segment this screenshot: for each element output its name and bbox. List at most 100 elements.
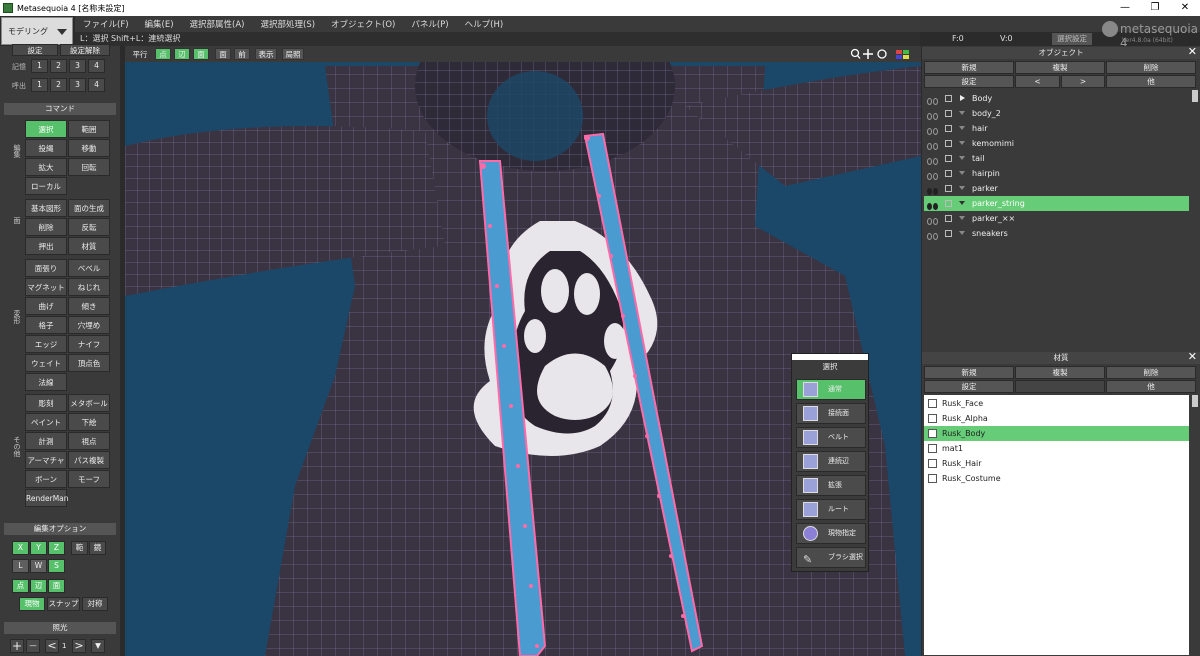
cmd-tilt[interactable]: 傾き — [68, 297, 110, 315]
cmd-delete[interactable]: 削除 — [25, 218, 67, 236]
cmd-lasso[interactable]: 投縄 — [25, 139, 67, 157]
object-row-kemomimi[interactable]: kemomimi — [924, 136, 1189, 151]
menu-help[interactable]: ヘルプ(H) — [457, 18, 512, 30]
visibility-icon[interactable] — [927, 185, 939, 195]
cmd-face-fill[interactable]: 面張り — [25, 259, 67, 277]
menu-file[interactable]: ファイル(F) — [75, 18, 137, 30]
cmd-path-copy[interactable]: パス複製 — [68, 451, 110, 469]
selset-reset-button[interactable]: 設定解除 — [60, 44, 110, 56]
close-icon[interactable]: ✕ — [1188, 46, 1197, 58]
menu-edit[interactable]: 編集(E) — [137, 18, 182, 30]
object-other-button[interactable]: 他 — [1106, 75, 1196, 88]
light-remove-button[interactable]: — — [26, 639, 40, 653]
cmd-range[interactable]: 範囲 — [68, 120, 110, 138]
object-new-button[interactable]: 新規 — [924, 61, 1014, 74]
cmd-renderman[interactable]: RenderMan — [25, 489, 69, 507]
material-checkbox[interactable] — [928, 459, 937, 468]
select-connected-face-button[interactable]: 接続面 — [796, 403, 866, 424]
cmd-normal[interactable]: 法線 — [25, 373, 67, 391]
material-new-button[interactable]: 新規 — [924, 366, 1014, 379]
coord-world-toggle[interactable]: W — [30, 559, 47, 573]
select-brush-button[interactable]: ✎ ブラシ選択 — [796, 547, 866, 568]
lock-icon[interactable] — [945, 110, 952, 117]
lock-icon[interactable] — [945, 140, 952, 147]
pev-edge-toggle[interactable]: 辺 — [30, 579, 47, 593]
material-delete-button[interactable]: 削除 — [1106, 366, 1196, 379]
object-row-sneakers[interactable]: sneakers — [924, 226, 1189, 241]
menu-select-attr[interactable]: 選択部属性(A) — [182, 18, 253, 30]
cmd-fill-hole[interactable]: 穴埋め — [68, 316, 110, 334]
object-row-parker-xx[interactable]: parker_×× — [924, 211, 1189, 226]
select-route-button[interactable]: ルート — [796, 499, 866, 520]
material-checkbox[interactable] — [928, 474, 937, 483]
material-row-selected[interactable]: Rusk_Body — [924, 426, 1189, 441]
range-toggle[interactable]: 範 — [71, 541, 88, 555]
visibility-icon[interactable] — [927, 200, 939, 210]
light-prev-button[interactable]: < — [45, 639, 59, 653]
menu-object[interactable]: オブジェクト(O) — [323, 18, 403, 30]
coord-local-toggle[interactable]: L — [12, 559, 29, 573]
recall-3-button[interactable]: 3 — [69, 78, 86, 92]
lock-icon[interactable] — [945, 155, 952, 162]
view-nav-icons[interactable] — [850, 48, 918, 60]
collapse-icon[interactable] — [959, 186, 965, 190]
object-row-tail[interactable]: tail — [924, 151, 1189, 166]
select-current-object-button[interactable]: 現物指定 — [796, 523, 866, 544]
front-toggle[interactable]: 前 — [234, 48, 250, 60]
material-row[interactable]: Rusk_Alpha — [924, 411, 1189, 426]
select-expand-button[interactable]: 拡張 — [796, 475, 866, 496]
object-settings-button[interactable]: 設定 — [924, 75, 1014, 88]
cmd-knife[interactable]: ナイフ — [68, 335, 110, 353]
object-row-hair[interactable]: hair — [924, 121, 1189, 136]
cmd-select[interactable]: 選択 — [25, 120, 67, 138]
visibility-icon[interactable] — [927, 170, 939, 180]
object-list-scrollbar[interactable] — [1192, 90, 1198, 102]
material-settings-button[interactable]: 設定 — [924, 380, 1014, 393]
recall-1-button[interactable]: 1 — [31, 78, 48, 92]
memory-4-button[interactable]: 4 — [88, 59, 105, 73]
select-loop-edge-button[interactable]: 連続辺 — [796, 451, 866, 472]
memory-1-button[interactable]: 1 — [31, 59, 48, 73]
object-row-body2[interactable]: body_2 — [924, 106, 1189, 121]
cmd-extrude[interactable]: 押出 — [25, 237, 67, 255]
show-faces-toggle[interactable]: 面 — [193, 48, 209, 60]
material-checkbox[interactable] — [928, 429, 937, 438]
object-row-parker[interactable]: parker — [924, 181, 1189, 196]
menu-select-proc[interactable]: 選択部処理(S) — [253, 18, 324, 30]
lock-icon[interactable] — [945, 230, 952, 237]
selset-set-button[interactable]: 設定 — [12, 44, 58, 56]
visibility-icon[interactable] — [927, 215, 939, 225]
light-menu-button[interactable]: ▼ — [91, 639, 105, 653]
selection-set-button[interactable]: 選択設定 — [1052, 33, 1092, 45]
pev-face-toggle[interactable]: 面 — [48, 579, 65, 593]
collapse-icon[interactable] — [959, 231, 965, 235]
material-list-scrollbar[interactable] — [1192, 395, 1198, 407]
cmd-flip[interactable]: 反転 — [68, 218, 110, 236]
show-points-toggle[interactable]: 点 — [155, 48, 171, 60]
cmd-scale[interactable]: 拡大 — [25, 158, 67, 176]
visibility-icon[interactable] — [927, 155, 939, 165]
cmd-viewpoint[interactable]: 視点 — [68, 432, 110, 450]
axis-x-toggle[interactable]: X — [12, 541, 29, 555]
menu-panel[interactable]: パネル(P) — [403, 18, 456, 30]
visibility-icon[interactable] — [927, 140, 939, 150]
cmd-measure[interactable]: 計測 — [25, 432, 67, 450]
cmd-edge[interactable]: エッジ — [25, 335, 67, 353]
cmd-material[interactable]: 材質 — [68, 237, 110, 255]
material-row[interactable]: Rusk_Costume — [924, 471, 1189, 486]
lock-icon[interactable] — [945, 125, 952, 132]
cmd-move[interactable]: 移動 — [68, 139, 110, 157]
memory-2-button[interactable]: 2 — [50, 59, 67, 73]
recall-4-button[interactable]: 4 — [88, 78, 105, 92]
cmd-weight[interactable]: ウェイト — [25, 354, 67, 372]
collapse-icon[interactable] — [959, 216, 965, 220]
axis-z-toggle[interactable]: Z — [48, 541, 65, 555]
cmd-morph[interactable]: モーフ — [68, 470, 110, 488]
visibility-icon[interactable] — [927, 230, 939, 240]
close-icon[interactable]: ✕ — [1188, 351, 1197, 363]
lock-icon[interactable] — [945, 200, 952, 207]
cmd-paint[interactable]: ペイント — [25, 413, 67, 431]
material-other-button[interactable]: 他 — [1106, 380, 1196, 393]
lock-icon[interactable] — [945, 185, 952, 192]
mirror-toggle[interactable]: 鏡 — [89, 541, 106, 555]
